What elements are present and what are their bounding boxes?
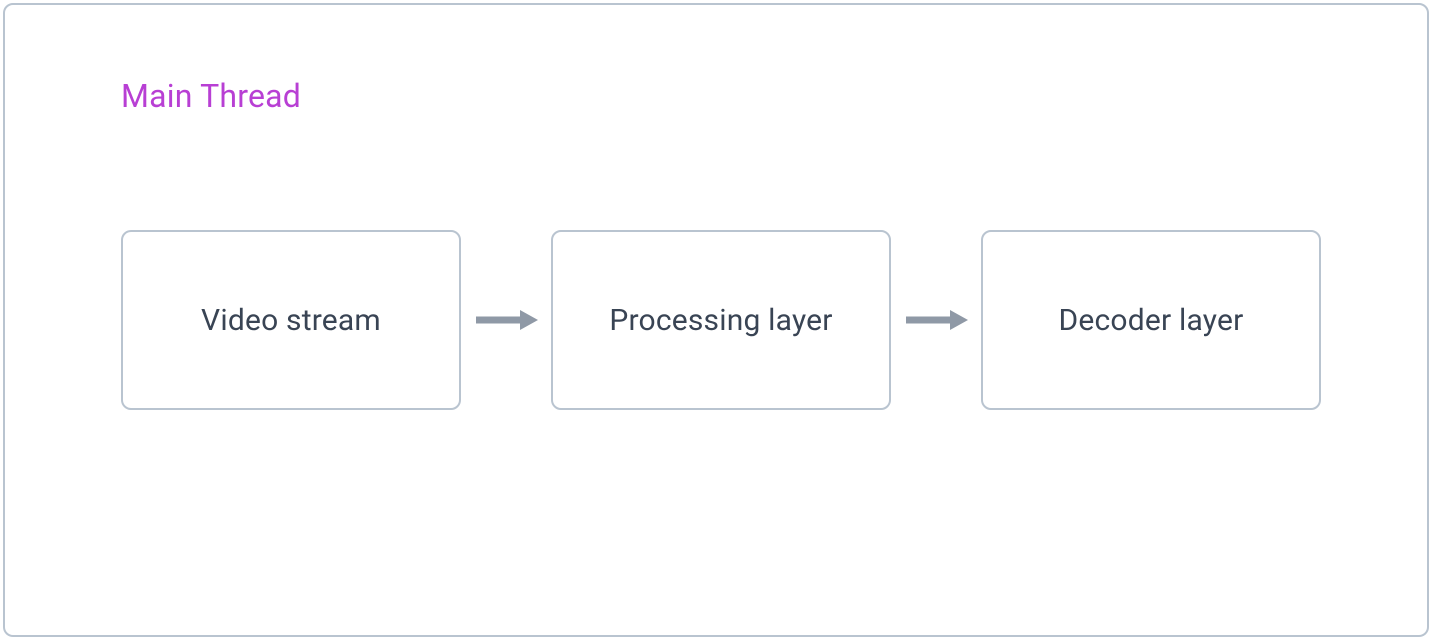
container-title: Main Thread <box>121 77 301 115</box>
arrow-2 <box>891 308 981 332</box>
main-thread-container: Main Thread Video stream Processing laye… <box>3 3 1429 637</box>
pipeline-flow: Video stream Processing layer Decoder la… <box>121 230 1347 410</box>
node-processing-layer: Processing layer <box>551 230 891 410</box>
node-video-stream: Video stream <box>121 230 461 410</box>
node-label: Decoder layer <box>1059 303 1244 338</box>
node-label: Video stream <box>201 303 381 338</box>
node-decoder-layer: Decoder layer <box>981 230 1321 410</box>
node-label: Processing layer <box>609 303 832 338</box>
arrow-right-icon <box>474 308 538 332</box>
arrow-1 <box>461 308 551 332</box>
arrow-right-icon <box>904 308 968 332</box>
